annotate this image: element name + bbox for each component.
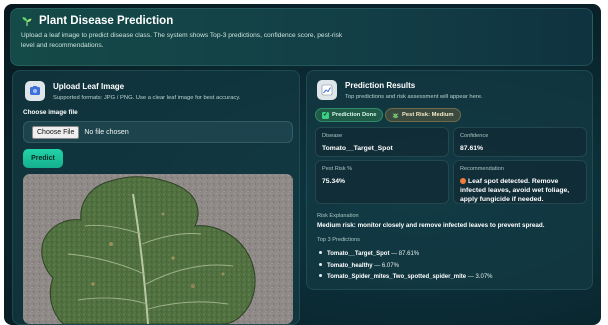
prediction-done-badge: ✓ Prediction Done — [315, 108, 384, 122]
app-window: Plant Disease Prediction Upload a leaf i… — [4, 4, 601, 325]
confidence-label: Confidence — [460, 133, 489, 139]
file-input[interactable]: Choose File No file chosen — [23, 121, 293, 143]
choose-image-label: Choose image file — [23, 109, 78, 116]
prediction-name: Tomato_Spider_mites_Two_spotted_spider_m… — [327, 274, 467, 280]
disease-value: Tomato__Target_Spot — [322, 145, 393, 152]
recommendation-value-row: Leaf spot detected. Remove infected leav… — [460, 177, 580, 204]
confidence-value: 87.61% — [460, 145, 484, 152]
disease-label: Disease — [322, 133, 343, 139]
upload-subtitle: Supported formats: JPG / PNG. Use a clea… — [53, 95, 241, 101]
check-icon: ✓ — [322, 111, 329, 119]
chart-icon — [317, 80, 337, 100]
page-title: Plant Disease Prediction — [39, 15, 174, 27]
risk-explanation-value: Medium risk: monitor closely and remove … — [317, 222, 545, 229]
pest-risk-tile: Pest Risk % 75.34% — [315, 160, 449, 204]
prediction-score: — 87.61% — [389, 251, 420, 257]
recommendation-tile: Recommendation Leaf spot detected. Remov… — [453, 160, 587, 204]
prediction-name: Tomato_healthy — [327, 262, 373, 269]
pest-risk-percent-value: 75.34% — [322, 178, 346, 185]
prediction-score: — 3.07% — [466, 274, 493, 280]
results-subtitle: Top predictions and risk assessment will… — [345, 94, 483, 100]
prediction-name: Tomato__Target_Spot — [327, 251, 390, 257]
upload-title: Upload Leaf Image — [53, 82, 125, 91]
recommendation-value: Leaf spot detected. Remove infected leav… — [460, 178, 570, 203]
top3-list: Tomato__Target_Spot — 87.61% Tomato_heal… — [319, 249, 493, 284]
pest-risk-percent-label: Pest Risk % — [322, 166, 353, 172]
pest-risk-badge: Pest Risk: Medium — [385, 108, 461, 122]
upload-header: Upload Leaf Image Supported formats: JPG… — [25, 81, 240, 101]
warning-dot-icon — [460, 177, 466, 184]
risk-explanation-label: Risk Explanation — [317, 213, 359, 219]
confidence-tile: Confidence 87.61% — [453, 127, 587, 157]
file-status: No file chosen — [84, 128, 129, 136]
disease-tile: Disease Tomato__Target_Spot — [315, 127, 449, 157]
list-item: Tomato_healthy — 6.07% — [319, 261, 493, 273]
header-title-row: Plant Disease Prediction — [21, 15, 582, 27]
results-header: Prediction Results Top predictions and r… — [317, 80, 483, 100]
predict-button[interactable]: Predict — [23, 149, 63, 168]
page-header: Plant Disease Prediction Upload a leaf i… — [10, 8, 593, 66]
choose-file-button[interactable]: Choose File — [32, 125, 80, 139]
bug-icon — [392, 112, 399, 118]
list-item: Tomato__Target_Spot — 87.61% — [319, 249, 493, 261]
prediction-score: — 6.07% — [372, 262, 399, 269]
prediction-done-label: Prediction Done — [332, 112, 377, 118]
top3-label: Top 3 Predictions — [317, 237, 360, 243]
page-description: Upload a leaf image to predict disease c… — [21, 32, 343, 49]
results-title: Prediction Results — [345, 81, 416, 90]
recommendation-label: Recommendation — [460, 166, 504, 172]
sprout-icon — [22, 17, 32, 26]
leaf-image-preview — [23, 174, 293, 324]
results-panel: Prediction Results Top predictions and r… — [306, 70, 593, 290]
leaf-photo — [23, 174, 293, 324]
upload-panel: Upload Leaf Image Supported formats: JPG… — [12, 70, 300, 325]
image-upload-icon — [25, 81, 45, 101]
pest-risk-label: Pest Risk: Medium — [402, 112, 454, 118]
list-item: Tomato_Spider_mites_Two_spotted_spider_m… — [319, 272, 493, 284]
